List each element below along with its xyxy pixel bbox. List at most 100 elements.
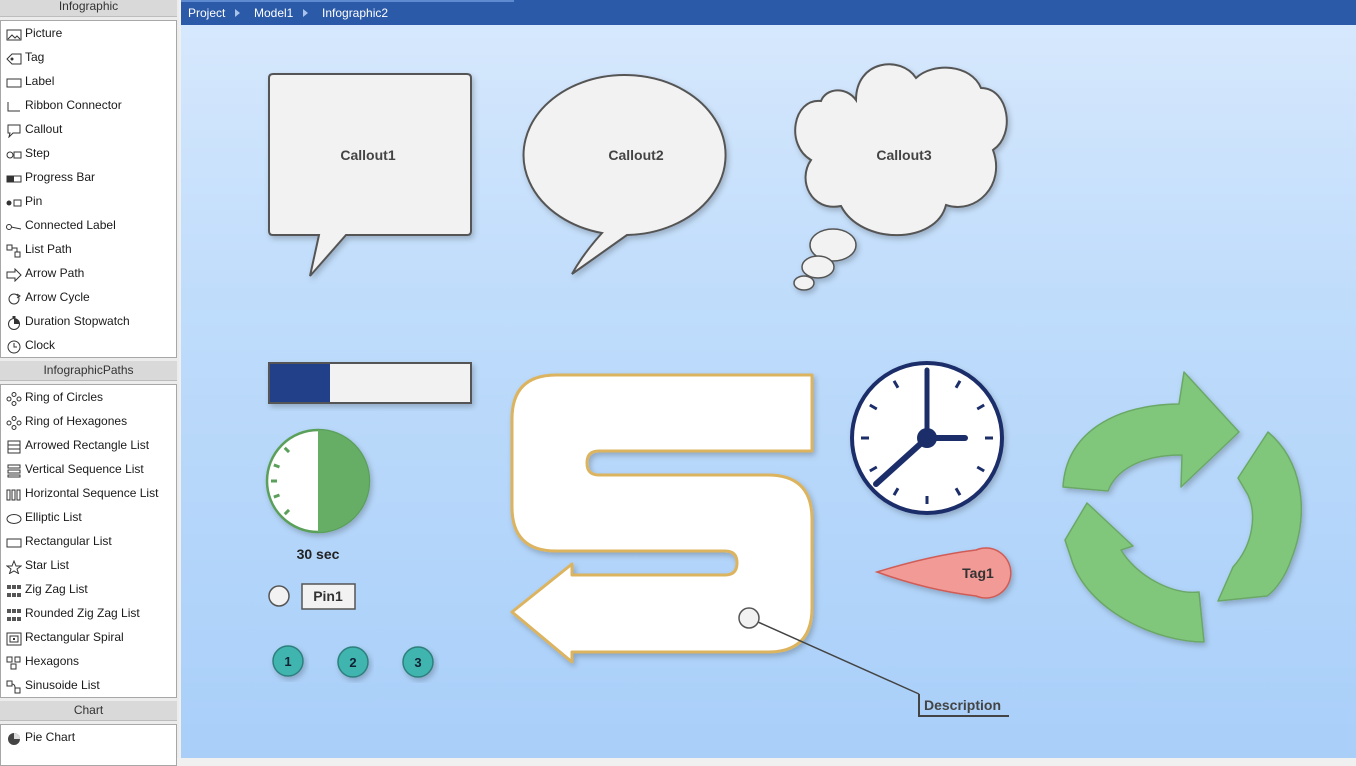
toolbox-item-callout[interactable]: Callout <box>1 117 176 141</box>
chart-item-list: Pie Chart <box>0 724 177 766</box>
callout2-label: Callout2 <box>608 147 663 163</box>
section-header-infographicpaths[interactable]: InfographicPaths <box>0 361 177 381</box>
breadcrumb: Project Model1 Infographic2 <box>181 0 1356 25</box>
toolbox-item-label[interactable]: Label <box>1 69 176 93</box>
progress-bar-fill <box>270 364 330 402</box>
callout3-shape[interactable] <box>793 63 1008 291</box>
progress-bar[interactable] <box>268 362 472 404</box>
toolbox-item-duration-stopwatch[interactable]: Duration Stopwatch <box>1 309 176 333</box>
arrow-path[interactable] <box>510 373 814 664</box>
stopwatch-tick <box>273 493 280 499</box>
toolbox-item-rectangular-list[interactable]: Rectangular List <box>1 529 176 553</box>
tag-label: Tag1 <box>962 565 994 581</box>
callout-icon <box>6 122 22 139</box>
design-canvas-area[interactable]: Callout1 Callout2 Callout3 30 sec Pin1 1… <box>181 0 1356 758</box>
infographic-item-list: Picture Tag Label Ribbon Connector Callout St… <box>0 20 177 358</box>
toolbox-item-clock[interactable]: Clock <box>1 333 176 357</box>
toolbox-item-arrowed-rectangle-list[interactable]: Arrowed Rectangle List <box>1 433 176 457</box>
toolbox-item-ring-of-circles[interactable]: Ring of Circles <box>1 385 176 409</box>
ribbon-connector-icon <box>6 98 22 112</box>
toolbox-item-arrow-cycle[interactable]: Arrow Cycle <box>1 285 176 309</box>
stopwatch-icon <box>6 314 22 330</box>
clock[interactable] <box>850 361 1004 515</box>
duration-stopwatch[interactable] <box>265 428 371 534</box>
toolbox-item-label: Pin <box>25 194 43 208</box>
toolbox-item-label: Tag <box>25 50 45 64</box>
callout1-label: Callout1 <box>340 147 395 163</box>
breadcrumb-item-model1[interactable]: Model1 <box>254 0 293 27</box>
step-2[interactable]: 2 <box>337 646 369 678</box>
toolbox-item-label: Star List <box>25 558 70 572</box>
arrow-path-icon <box>6 266 22 283</box>
pie-chart-icon <box>6 730 22 745</box>
rounded-zig-zag-list-icon <box>6 606 22 621</box>
toolbox-item-sinusoide-list[interactable]: Sinusoide List <box>1 673 176 697</box>
toolbox-item-label: Rectangular List <box>25 534 112 548</box>
toolbox-item-label: Horizontal Sequence List <box>25 486 159 500</box>
toolbox-sidebar: Infographic Picture Tag Label Ribbon Connec… <box>0 0 179 766</box>
step-1-label: 1 <box>284 654 291 669</box>
horizontal-sequence-list-icon <box>6 486 22 501</box>
toolbox-item-list-path[interactable]: List Path <box>1 237 176 261</box>
section-header-chart[interactable]: Chart <box>0 701 177 721</box>
star-list-icon <box>5 558 23 575</box>
toolbox-item-elliptic-list[interactable]: Elliptic List <box>1 505 176 529</box>
ring-of-hexagones-icon <box>6 414 22 430</box>
step-3[interactable]: 3 <box>402 646 434 678</box>
breadcrumb-separator-icon[interactable] <box>303 9 308 17</box>
toolbox-item-arrow-path[interactable]: Arrow Path <box>1 261 176 285</box>
toolbox-item-hexagons[interactable]: Hexagons <box>1 649 176 673</box>
toolbox-item-label: Label <box>25 74 55 88</box>
toolbox-item-label: Ring of Hexagones <box>25 414 128 428</box>
section-header-infographic[interactable]: Infographic <box>0 0 177 17</box>
toolbox-item-pin[interactable]: Pin <box>1 189 176 213</box>
breadcrumb-item-infographic2[interactable]: Infographic2 <box>322 0 388 27</box>
toolbox-item-label: Clock <box>25 338 56 352</box>
step-1[interactable]: 1 <box>272 645 304 677</box>
toolbox-item-picture[interactable]: Picture <box>1 21 176 45</box>
toolbox-item-label: Progress Bar <box>25 170 96 184</box>
toolbox-item-label: Sinusoide List <box>25 678 100 692</box>
stopwatch-tick <box>273 463 280 469</box>
picture-icon <box>6 26 22 41</box>
toolbox-item-pie-chart[interactable]: Pie Chart <box>1 725 176 749</box>
toolbox-item-label: Callout <box>25 122 63 136</box>
tag-icon <box>6 50 22 65</box>
toolbox-item-horizontal-sequence-list[interactable]: Horizontal Sequence List <box>1 481 176 505</box>
toolbox-item-label: Arrow Path <box>25 266 85 280</box>
toolbox-item-label: Ribbon Connector <box>25 98 122 112</box>
infographicpaths-item-list: Ring of Circles Ring of Hexagones Arrowed … <box>0 384 177 698</box>
toolbox-item-progress-bar[interactable]: Progress Bar <box>1 165 176 189</box>
breadcrumb-item-project[interactable]: Project <box>188 0 225 27</box>
rectangular-list-icon <box>6 534 22 548</box>
toolbox-item-star-list[interactable]: Star List <box>1 553 176 577</box>
toolbox-item-rounded-zig-zag-list[interactable]: Rounded Zig Zag List <box>1 601 176 625</box>
toolbox-item-label: Arrowed Rectangle List <box>25 438 150 452</box>
step-3-label: 3 <box>414 655 421 670</box>
vertical-sequence-list-icon <box>6 462 22 478</box>
toolbox-item-tag[interactable]: Tag <box>1 45 176 69</box>
toolbox-item-label: Rounded Zig Zag List <box>25 606 140 620</box>
arrow-cycle[interactable] <box>1062 371 1302 643</box>
callout2-shape[interactable] <box>522 74 727 275</box>
toolbox-item-ring-of-hexagones[interactable]: Ring of Hexagones <box>1 409 176 433</box>
toolbox-item-label: Duration Stopwatch <box>25 314 130 328</box>
sinusoide-list-icon <box>6 678 22 694</box>
arrowed-rectangle-list-icon <box>6 438 22 454</box>
toolbox-item-step[interactable]: Step <box>1 141 176 165</box>
toolbox-item-rectangular-spiral[interactable]: Rectangular Spiral <box>1 625 176 649</box>
toolbox-item-ribbon-connector[interactable]: Ribbon Connector <box>1 93 176 117</box>
toolbox-item-label: Hexagons <box>25 654 80 668</box>
arrow-cycle-icon <box>6 290 22 305</box>
toolbox-item-label: Elliptic List <box>25 510 82 524</box>
toolbox-item-label: Picture <box>25 26 63 40</box>
toolbox-item-zig-zag-list[interactable]: Zig Zag List <box>1 577 176 601</box>
infographic-canvas: Callout1 Callout2 Callout3 30 sec Pin1 1… <box>265 63 1302 717</box>
progress-bar-icon <box>6 170 22 184</box>
breadcrumb-separator-icon[interactable] <box>235 9 240 17</box>
toolbox-item-vertical-sequence-list[interactable]: Vertical Sequence List <box>1 457 176 481</box>
callout1-shape[interactable] <box>268 73 472 277</box>
toolbox-item-label: List Path <box>25 242 72 256</box>
toolbox-item-connected-label[interactable]: Connected Label <box>1 213 176 237</box>
label-icon <box>6 74 22 88</box>
